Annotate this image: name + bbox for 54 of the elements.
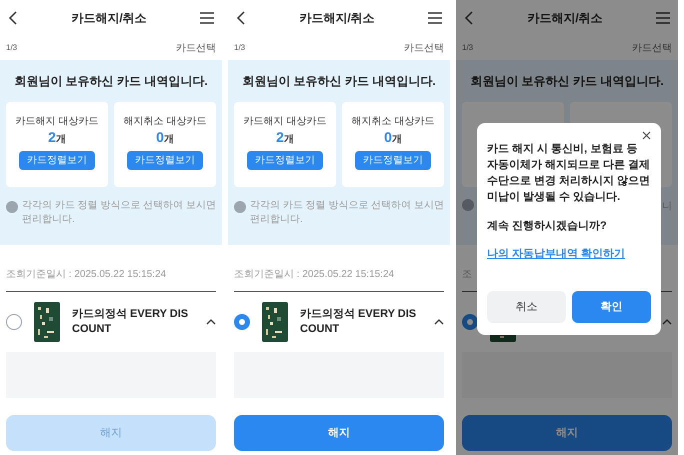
headline: 회원님이 보유하신 카드 내역입니다.	[13, 73, 209, 90]
back-icon[interactable]	[236, 11, 246, 25]
back-icon[interactable]	[464, 11, 474, 25]
sort-button[interactable]: 카드정렬보기	[247, 150, 323, 170]
info-icon	[234, 201, 246, 213]
summary-label: 카드해지 대상카드	[244, 115, 326, 129]
dialog-message: 카드 해지 시 통신비, 보험료 등 자동이체가 해지되므로 다른 결제 수단으로 변경 처리하시지 않으면 미납이 발생될 수 있습니다.	[487, 142, 651, 205]
info-icon	[6, 201, 18, 213]
summary-label: 해지취소 대상카드	[352, 115, 434, 129]
dialog-question: 계속 진행하시겠습니까?	[487, 218, 608, 234]
card-name: 카드의정석 EVERY DISCOUNT	[72, 306, 190, 337]
menu-icon[interactable]	[428, 12, 442, 24]
step-label: 카드선택	[176, 42, 216, 56]
summary-label: 카드해지 대상카드	[16, 115, 98, 129]
page-title: 카드해지/취소	[71, 10, 147, 27]
menu-icon[interactable]	[200, 12, 214, 24]
radio-button[interactable]	[234, 314, 250, 330]
chevron-up-icon[interactable]	[662, 319, 672, 325]
auto-payment-link[interactable]: 나의 자동납부내역 확인하기	[487, 246, 626, 263]
back-icon[interactable]	[8, 11, 18, 25]
timestamp: 조	[462, 269, 472, 280]
summary-count: 2개	[48, 129, 66, 146]
sort-button[interactable]: 카드정렬보기	[355, 150, 431, 170]
summary-label: 해지취소 대상카드	[124, 115, 206, 129]
cancel-button[interactable]: 취소	[487, 290, 566, 323]
page-title: 카드해지/취소	[299, 10, 375, 27]
step-indicator: 1/3	[234, 42, 246, 54]
sort-button[interactable]: 카드정렬보기	[19, 150, 95, 170]
step-indicator: 1/3	[6, 42, 18, 54]
confirm-button[interactable]: 확인	[572, 290, 651, 323]
step-label: 카드선택	[404, 42, 444, 56]
radio-button[interactable]	[6, 314, 22, 330]
chevron-up-icon[interactable]	[434, 319, 444, 325]
menu-icon[interactable]	[656, 12, 670, 24]
headline: 회원님이 보유하신 카드 내역입니다.	[241, 73, 437, 90]
timestamp: 조회기준일시 : 2025.05.22 15:15:24	[234, 269, 394, 280]
cancel-card-button[interactable]: 해지	[234, 415, 444, 451]
cancel-card-button[interactable]: 해지	[462, 415, 672, 451]
chevron-up-icon[interactable]	[206, 319, 216, 325]
summary-count: 0개	[156, 129, 174, 146]
sort-button[interactable]: 카드정렬보기	[127, 150, 203, 170]
info-text: 각각의 카드 정렬 방식으로 선택하여 보시면 편리합니다.	[250, 199, 444, 226]
step-label: 카드선택	[632, 42, 672, 56]
radio-button[interactable]	[462, 314, 478, 330]
summary-count: 2개	[276, 129, 294, 146]
card-name: 카드의정석 EVERY DISCOUNT	[300, 306, 418, 337]
page-title: 카드해지/취소	[527, 10, 603, 27]
close-icon[interactable]	[642, 131, 651, 140]
info-icon	[462, 199, 474, 211]
info-text: 각각의 카드 정렬 방식으로 선택하여 보시면 편리합니다.	[22, 199, 216, 226]
step-indicator: 1/3	[462, 42, 474, 54]
timestamp: 조회기준일시 : 2025.05.22 15:15:24	[6, 269, 166, 280]
summary-count: 0개	[384, 129, 402, 146]
headline: 회원님이 보유하신 카드 내역입니다.	[469, 73, 665, 90]
